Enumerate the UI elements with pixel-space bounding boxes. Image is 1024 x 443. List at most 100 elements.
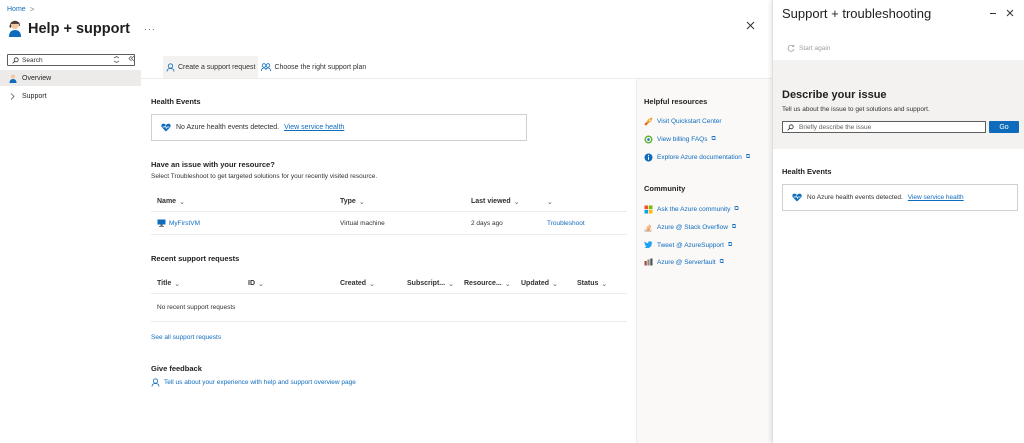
external-link-icon: ⧉ [719, 258, 724, 265]
resource-label: Visit Quickstart Center [657, 118, 722, 125]
sidebar-item-overview[interactable]: Overview [0, 70, 141, 86]
start-again-button[interactable]: Start again [787, 44, 830, 52]
table-header: Title ⌄ ID ⌄ Created ⌄ Subscript... ⌄ Resour… [151, 274, 627, 294]
view-service-health-link[interactable]: View service health [284, 124, 344, 131]
column-header-type[interactable]: Type ⌄ [334, 198, 465, 206]
breadcrumb-home-link[interactable]: Home [7, 6, 26, 13]
person-support-icon [166, 62, 175, 72]
resource-name-link[interactable]: MyFirstVM [169, 220, 200, 227]
column-label: Status [577, 280, 599, 287]
chevron-down-icon: ⌄ [601, 280, 608, 288]
stack-overflow-link[interactable]: Azure @ Stack Overflow ⧉ [644, 223, 736, 232]
minimize-icon[interactable] [989, 9, 997, 17]
azure-docs-link[interactable]: Explore Azure documentation ⧉ [644, 153, 750, 162]
choose-support-plan-label: Choose the right support plan [274, 63, 367, 71]
heart-pulse-icon [792, 193, 802, 202]
sort-icon[interactable] [113, 56, 120, 63]
chevron-down-icon: ⌄ [174, 280, 181, 288]
column-label: Updated [521, 280, 549, 287]
column-header-name[interactable]: Name ⌄ [151, 198, 334, 206]
issue-search-box[interactable] [782, 121, 986, 133]
chevron-down-icon: ⌄ [552, 280, 558, 288]
resource-label: View billing FAQs [657, 136, 708, 143]
column-header-title[interactable]: Title ⌄ [151, 280, 242, 288]
community-icon [644, 205, 653, 214]
title-row: Help + support ··· [8, 18, 156, 40]
column-label: Created [340, 280, 367, 287]
feedback-icon [151, 378, 160, 387]
issue-title: Have an issue with your resource? [151, 160, 275, 169]
go-button[interactable]: Go [989, 121, 1019, 133]
community-label: Ask the Azure community [657, 206, 731, 213]
health-events-title: Health Events [151, 97, 201, 106]
issue-description: Select Troubleshoot to get targeted solu… [151, 173, 378, 180]
quickstart-center-link[interactable]: Visit Quickstart Center [644, 117, 722, 126]
blade-title: Support + troubleshooting [782, 6, 932, 21]
create-support-request-button[interactable]: Create a support request [163, 56, 259, 78]
collapse-sidebar-icon[interactable] [128, 55, 135, 62]
blade-close-icon[interactable] [1006, 9, 1014, 17]
external-link-icon: ⧉ [745, 154, 751, 160]
twitter-icon [644, 241, 653, 249]
people-icon [261, 62, 272, 72]
sidebar-item-support[interactable]: Support [0, 88, 141, 104]
last-viewed-cell: 2 days ago [471, 219, 503, 227]
blade-view-service-health-link[interactable]: View service health [908, 194, 964, 201]
feedback-title: Give feedback [151, 364, 202, 373]
health-events-card: No Azure health events detected. View se… [151, 114, 527, 141]
community-label: Azure @ Serverfault [657, 258, 716, 266]
azure-community-link[interactable]: Ask the Azure community ⧉ [644, 205, 739, 214]
column-header-resource[interactable]: Resource... ⌄ [458, 280, 515, 288]
column-header-last-viewed[interactable]: Last viewed ⌄ [465, 198, 541, 206]
info-icon [644, 153, 653, 162]
billing-faqs-link[interactable]: View billing FAQs ⧉ [644, 135, 716, 144]
resource-label: Explore Azure documentation [657, 154, 742, 161]
virtual-machine-icon [157, 219, 166, 227]
column-label: Resource... [464, 280, 502, 287]
create-support-request-label: Create a support request [178, 63, 256, 71]
search-icon [787, 123, 794, 131]
column-header-created[interactable]: Created ⌄ [334, 280, 401, 288]
issue-search-input[interactable] [799, 123, 979, 131]
troubleshoot-link[interactable]: Troubleshoot [547, 220, 585, 227]
feedback-link[interactable]: Tell us about your experience with help … [151, 378, 356, 387]
chevron-down-icon: ⌄ [504, 280, 511, 288]
column-header-id[interactable]: ID ⌄ [242, 280, 334, 288]
external-link-icon: ⧉ [727, 241, 733, 248]
stack-overflow-icon [644, 223, 653, 232]
column-header-actions[interactable]: ⌄ [541, 198, 621, 206]
start-again-label: Start again [799, 44, 831, 52]
column-label: ID [248, 280, 255, 287]
tweet-azure-support-link[interactable]: Tweet @ AzureSupport ⧉ [644, 241, 732, 249]
sidebar-item-label: Overview [22, 74, 52, 82]
external-link-icon: ⧉ [711, 136, 716, 142]
column-header-subscription[interactable]: Subscript... ⌄ [401, 280, 458, 288]
chevron-down-icon: ⌄ [513, 198, 520, 206]
external-link-icon: ⧉ [734, 206, 739, 212]
chevron-right-icon [10, 92, 15, 100]
column-header-updated[interactable]: Updated ⌄ [515, 280, 571, 288]
more-options-button[interactable]: ··· [144, 24, 156, 34]
resource-table: Name ⌄ Type ⌄ Last viewed ⌄ ⌄ MyFirstVM Vir… [151, 192, 627, 235]
see-all-requests-link[interactable]: See all support requests [151, 334, 221, 341]
serverfault-link[interactable]: Azure @ Serverfault ⧉ [644, 258, 724, 266]
help-support-icon [8, 20, 22, 38]
describe-issue-title: Describe your issue [782, 89, 887, 101]
recent-requests-title: Recent support requests [151, 254, 240, 263]
sidebar-search-input[interactable] [22, 56, 122, 64]
column-label: Subscript... [407, 280, 446, 287]
close-icon[interactable] [746, 21, 755, 30]
resource-type-cell: Virtual machine [340, 219, 385, 227]
troubleshoot-cell: Troubleshoot [541, 220, 621, 227]
column-header-status[interactable]: Status ⌄ [571, 280, 627, 288]
chevron-down-icon: ⌄ [179, 198, 185, 206]
person-icon [9, 74, 17, 83]
choose-support-plan-button[interactable]: Choose the right support plan [258, 56, 369, 78]
breadcrumb-separator: > [29, 5, 35, 14]
page-title: Help + support [28, 21, 130, 37]
blade-health-message: No Azure health events detected. [807, 194, 903, 201]
column-label: Title [157, 280, 172, 287]
table-header: Name ⌄ Type ⌄ Last viewed ⌄ ⌄ [151, 192, 627, 212]
breadcrumb: Home > [7, 5, 34, 14]
blade-health-events-card: No Azure health events detected. View se… [782, 184, 1018, 211]
